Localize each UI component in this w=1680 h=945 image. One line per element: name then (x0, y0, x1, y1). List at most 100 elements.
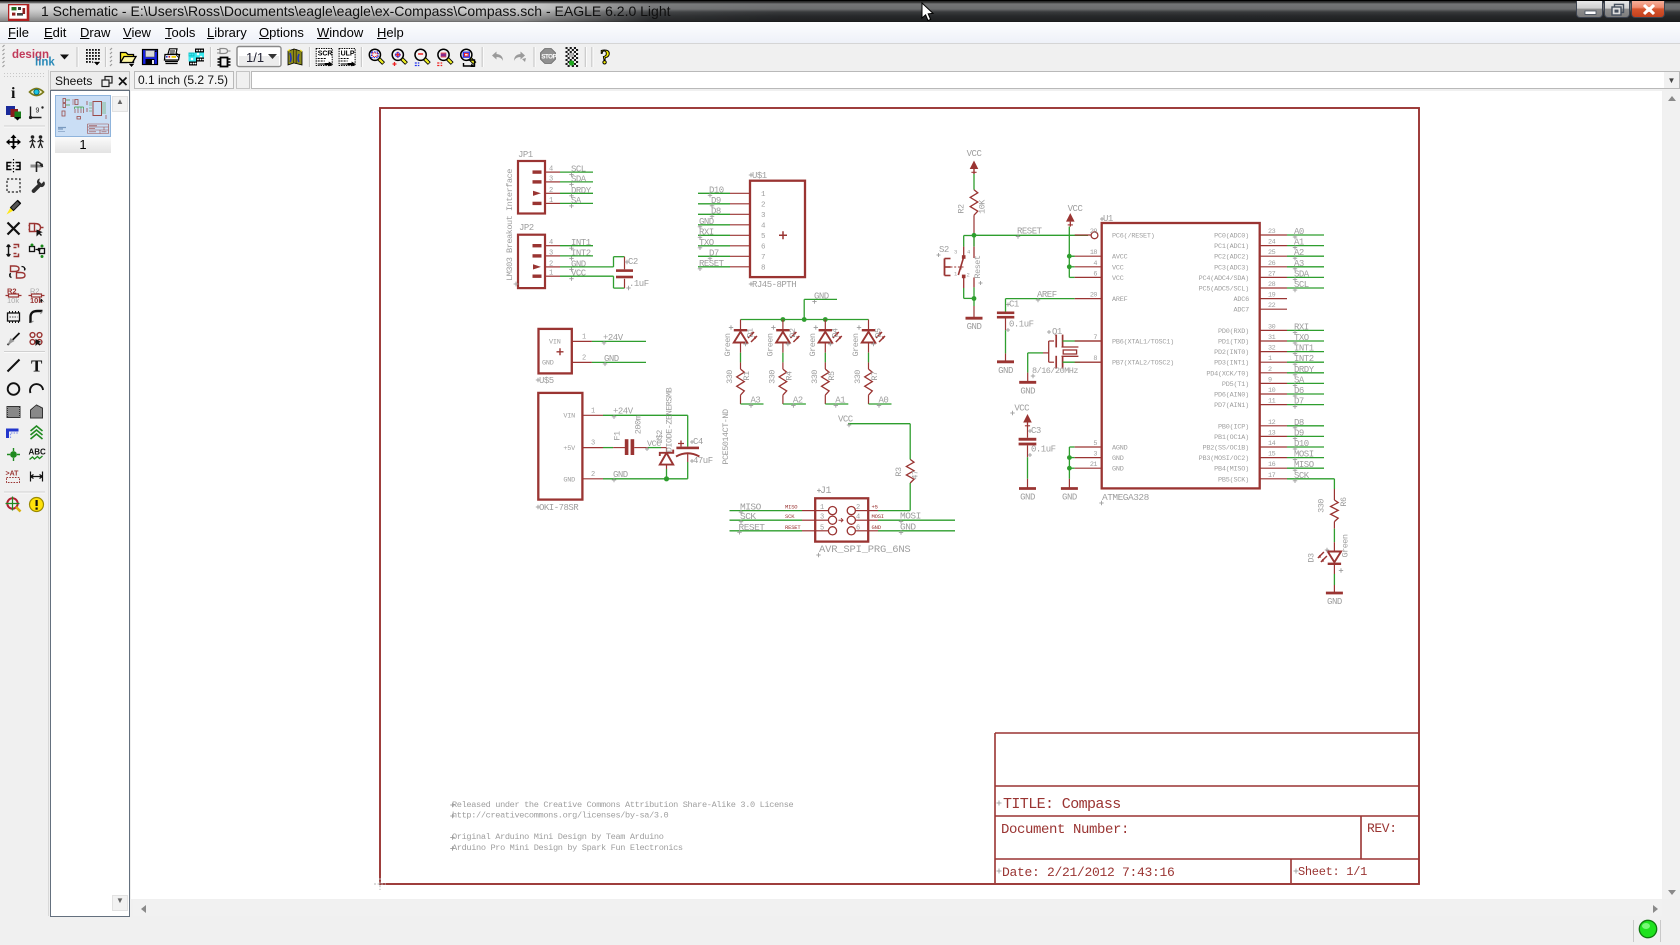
svg-text:PD6(AIN0): PD6(AIN0) (1214, 392, 1249, 400)
svg-text:D1: D1 (746, 328, 756, 338)
svg-text:VCC: VCC (838, 415, 854, 425)
svg-text:2: 2 (1268, 366, 1272, 374)
svg-text:4: 4 (967, 249, 971, 256)
svg-text:22: 22 (1268, 302, 1276, 310)
svg-text:PB1(OC1A): PB1(OC1A) (1214, 434, 1249, 442)
svg-text:330: 330 (725, 370, 735, 384)
svg-text:A0: A0 (1294, 227, 1304, 237)
svg-text:PD4(XCK/T0): PD4(XCK/T0) (1206, 370, 1249, 378)
svg-text:PB4(MISO): PB4(MISO) (1214, 466, 1249, 474)
svg-text:A3: A3 (1294, 259, 1304, 269)
svg-text:MISO: MISO (785, 504, 798, 511)
svg-text:4: 4 (549, 239, 553, 247)
svg-text:PCE5014CT-ND: PCE5014CT-ND (721, 409, 731, 465)
svg-text:D7: D7 (1294, 397, 1304, 407)
svg-text:1: 1 (549, 270, 553, 278)
svg-text:i: i (11, 85, 16, 102)
svg-text:Released under the Creative Co: Released under the Creative Commons Attr… (452, 800, 793, 810)
svg-text:PC6(/RESET): PC6(/RESET) (1112, 233, 1155, 241)
svg-text:D9: D9 (1294, 428, 1304, 438)
svg-text:D5: D5 (874, 328, 884, 338)
svg-text:GND: GND (613, 470, 628, 480)
svg-text:SCK: SCK (740, 511, 756, 522)
svg-text:D7: D7 (709, 248, 719, 258)
svg-text:2: 2 (549, 187, 553, 195)
svg-text:GND: GND (1020, 493, 1035, 503)
svg-text:PC0(ADC0): PC0(ADC0) (1214, 233, 1249, 241)
svg-text:+24V: +24V (603, 333, 624, 343)
svg-text:VCC: VCC (1112, 275, 1124, 283)
svg-text:JP1: JP1 (518, 150, 533, 160)
svg-text:VCC: VCC (967, 149, 983, 159)
svg-text:31: 31 (1268, 334, 1276, 342)
svg-text:Green: Green (723, 333, 733, 356)
svg-text:PD5(T1): PD5(T1) (1222, 381, 1249, 389)
svg-text:PB0(ICP): PB0(ICP) (1218, 423, 1249, 431)
svg-text:A0: A0 (879, 396, 889, 406)
svg-text:VIN: VIN (563, 413, 575, 421)
svg-text:VCC: VCC (1112, 264, 1124, 272)
svg-text:GND: GND (699, 217, 714, 227)
svg-text:200m: 200m (634, 415, 644, 434)
svg-text:RESET: RESET (785, 524, 801, 531)
svg-text:T: T (31, 357, 43, 376)
svg-text:D10: D10 (709, 185, 724, 195)
svg-text:.1uF: .1uF (629, 279, 649, 289)
svg-text:AVR_SPI_PRG_6NS: AVR_SPI_PRG_6NS (819, 544, 911, 556)
svg-text:LM303 Breakout Interface: LM303 Breakout Interface (505, 169, 515, 281)
svg-text:PB7(XTAL2/TOSC2): PB7(XTAL2/TOSC2) (1112, 360, 1174, 368)
svg-text:1: 1 (549, 197, 553, 205)
svg-text:R6: R6 (1339, 497, 1349, 507)
svg-text:R7: R7 (870, 371, 880, 381)
svg-text:SDA: SDA (571, 174, 587, 184)
svg-text:A2: A2 (1294, 248, 1304, 258)
svg-text:MOSI: MOSI (900, 511, 921, 522)
svg-text:28: 28 (1268, 281, 1276, 289)
svg-text:A1: A1 (1294, 238, 1304, 248)
svg-text:GND: GND (1112, 455, 1124, 463)
svg-text:Green: Green (851, 333, 861, 356)
svg-text:4: 4 (1093, 260, 1097, 268)
svg-text:MISO: MISO (1294, 460, 1314, 470)
svg-text:REV:: REV: (1367, 821, 1397, 836)
svg-text:PB5(SCK): PB5(SCK) (1218, 476, 1249, 484)
svg-text:10k: 10k (7, 296, 19, 305)
svg-text:2: 2 (967, 272, 970, 279)
svg-text:U$5: U$5 (539, 376, 554, 386)
svg-text:GND: GND (1112, 466, 1124, 474)
svg-text:GND: GND (967, 322, 982, 332)
svg-text:23: 23 (1268, 228, 1276, 236)
svg-text:10K: 10K (978, 199, 988, 214)
svg-text:MOSI: MOSI (872, 513, 884, 520)
svg-text:Document Number:: Document Number: (1001, 822, 1129, 838)
svg-text:GND: GND (872, 524, 882, 531)
svg-text:1: 1 (954, 271, 958, 278)
svg-text:26: 26 (1268, 260, 1276, 268)
svg-text:R2: R2 (957, 204, 967, 214)
svg-text:8: 8 (761, 264, 765, 272)
svg-text:PD2(INT0): PD2(INT0) (1214, 349, 1249, 357)
svg-text:3: 3 (1093, 451, 1097, 459)
svg-text:VCC: VCC (571, 269, 587, 279)
svg-text:3: 3 (591, 440, 595, 448)
svg-text:9: 9 (36, 108, 40, 115)
svg-text:ATMEGA328: ATMEGA328 (1102, 492, 1150, 503)
svg-text:18: 18 (1090, 249, 1098, 257)
svg-text:TXO: TXO (1294, 333, 1309, 343)
svg-text:AVCC: AVCC (1112, 254, 1128, 262)
svg-text:Green: Green (808, 333, 818, 356)
svg-text:R4: R4 (784, 371, 794, 381)
svg-text:ADC6: ADC6 (1233, 296, 1249, 304)
svg-text:13: 13 (1268, 429, 1276, 437)
svg-text:D8: D8 (711, 206, 721, 216)
svg-text:GND: GND (563, 476, 575, 484)
svg-text:GND: GND (604, 354, 619, 364)
svg-text:D4: D4 (830, 328, 840, 338)
svg-text:GND: GND (1020, 386, 1035, 396)
svg-text:ULP: ULP (341, 51, 355, 58)
svg-text:27: 27 (1268, 270, 1276, 278)
svg-text:14: 14 (1268, 440, 1276, 448)
svg-text:Original Arduino Mini Design b: Original Arduino Mini Design by Team Ard… (452, 832, 664, 842)
svg-text:RXI: RXI (1294, 322, 1309, 332)
svg-text:PC5(ADC5/SCL): PC5(ADC5/SCL) (1199, 286, 1249, 294)
